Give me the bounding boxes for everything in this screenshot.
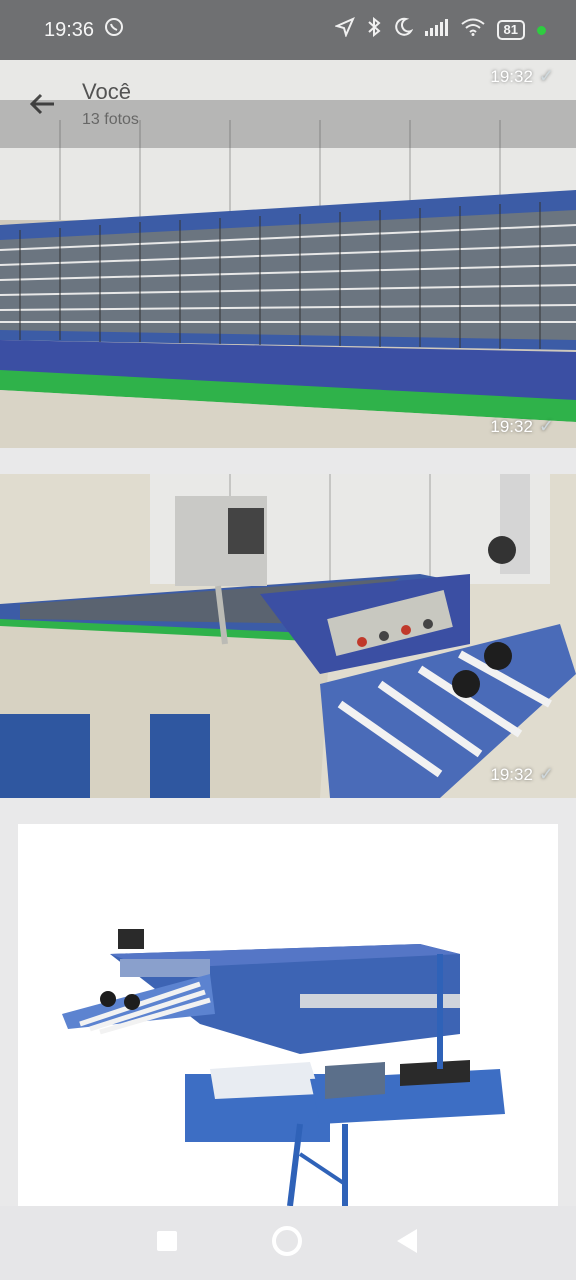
photo-time: 19:32 bbox=[490, 764, 533, 784]
check-icon: ✓ bbox=[538, 416, 554, 436]
circle-icon bbox=[271, 1225, 302, 1256]
photo-timestamp: 19:32 ✓ bbox=[490, 764, 554, 785]
system-nav-bar bbox=[0, 1206, 576, 1280]
privacy-dot-icon bbox=[537, 25, 546, 35]
recents-button[interactable] bbox=[155, 1229, 179, 1258]
status-left: 19:36 bbox=[44, 17, 124, 43]
photo-time: 19:32 bbox=[490, 416, 533, 436]
arrow-left-icon bbox=[29, 93, 54, 115]
header-title: Você bbox=[82, 79, 131, 104]
check-icon: ✓ bbox=[538, 764, 554, 784]
header-subtitle: 13 fotos bbox=[82, 111, 139, 128]
photo-item[interactable]: 19:32 ✓ bbox=[0, 474, 576, 798]
status-time: 19:36 bbox=[44, 18, 95, 41]
triangle-back-icon bbox=[396, 1228, 417, 1253]
photo-timestamp: 19:32 ✓ bbox=[490, 416, 554, 437]
photo-folding-machine-product bbox=[0, 824, 576, 1206]
back-nav-button[interactable] bbox=[395, 1227, 421, 1260]
signal-icon bbox=[424, 18, 449, 42]
whatsapp-icon bbox=[104, 17, 124, 43]
location-icon bbox=[333, 17, 355, 43]
bluetooth-icon bbox=[367, 16, 381, 43]
wifi-icon bbox=[460, 18, 485, 42]
photo-folding-machine-control bbox=[0, 474, 576, 798]
home-button[interactable] bbox=[270, 1224, 304, 1263]
moon-icon bbox=[393, 17, 414, 43]
square-icon bbox=[157, 1230, 178, 1251]
header-text: Você 13 fotos bbox=[82, 79, 139, 129]
status-right: 81 bbox=[333, 16, 546, 43]
photo-item[interactable] bbox=[0, 824, 576, 1206]
back-button[interactable] bbox=[18, 80, 66, 128]
status-bar: 19:36 81 bbox=[0, 0, 576, 60]
chat-header: Você 13 fotos bbox=[0, 72, 576, 136]
battery-indicator: 81 bbox=[496, 20, 525, 40]
